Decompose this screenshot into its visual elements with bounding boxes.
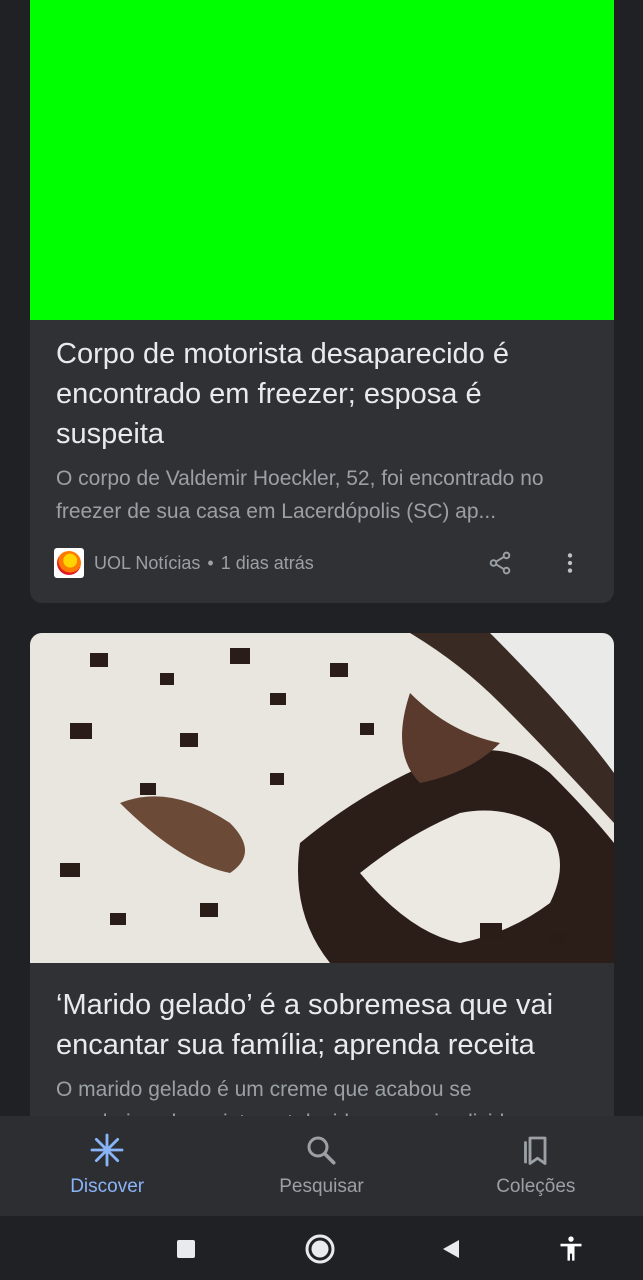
article-meta: UOL Notícias • 1 dias atrás: [54, 547, 590, 579]
news-card[interactable]: Corpo de motorista desaparecido é encont…: [30, 0, 614, 603]
collections-bookmark-icon: [523, 1136, 547, 1165]
home-circle-icon: [305, 1234, 335, 1264]
article-snippet: O corpo de Valdemir Hoeckler, 52, foi en…: [56, 467, 544, 523]
discover-asterisk-icon: [90, 1133, 124, 1167]
more-vert-icon: [567, 553, 573, 573]
uol-logo-icon: [54, 548, 84, 578]
news-card[interactable]: ‘Marido gelado’ é a sobremesa que vai en…: [30, 633, 614, 1116]
accessibility-icon: [560, 1236, 582, 1261]
share-icon: [489, 551, 511, 575]
article-snippet: O marido gelado é um creme que acabou se…: [56, 1078, 504, 1116]
dessert-photo: [30, 633, 614, 963]
nav-label-discover: Discover: [70, 1176, 145, 1197]
nav-label-search: Pesquisar: [279, 1176, 364, 1197]
share-button[interactable]: [480, 543, 520, 583]
recents-square-icon: [177, 1240, 195, 1258]
publish-time: 1 dias atrás: [220, 552, 314, 573]
bottom-navigation: Discover Pesquisar Coleções: [0, 1116, 643, 1216]
source-name: UOL Notícias: [94, 552, 201, 573]
back-triangle-icon: [443, 1240, 459, 1258]
discover-feed[interactable]: Corpo de motorista desaparecido é encont…: [0, 0, 643, 1116]
article-title[interactable]: ‘Marido gelado’ é a sobremesa que vai en…: [30, 985, 614, 1065]
article-title[interactable]: Corpo de motorista desaparecido é encont…: [30, 334, 614, 454]
nav-item-collections[interactable]: Coleções: [429, 1116, 643, 1216]
article-image[interactable]: [30, 0, 614, 320]
accessibility-button[interactable]: [554, 1232, 588, 1266]
system-navigation-bar: [0, 1216, 643, 1280]
meta-separator: •: [207, 552, 214, 573]
recents-button[interactable]: [169, 1232, 203, 1266]
search-icon: [307, 1136, 337, 1165]
back-button[interactable]: [434, 1232, 468, 1266]
article-image[interactable]: [30, 633, 614, 963]
nav-item-discover[interactable]: Discover: [0, 1116, 214, 1216]
nav-label-collections: Coleções: [496, 1176, 576, 1197]
more-options-button[interactable]: [550, 543, 590, 583]
home-button[interactable]: [303, 1232, 337, 1266]
nav-item-search[interactable]: Pesquisar: [214, 1116, 428, 1216]
